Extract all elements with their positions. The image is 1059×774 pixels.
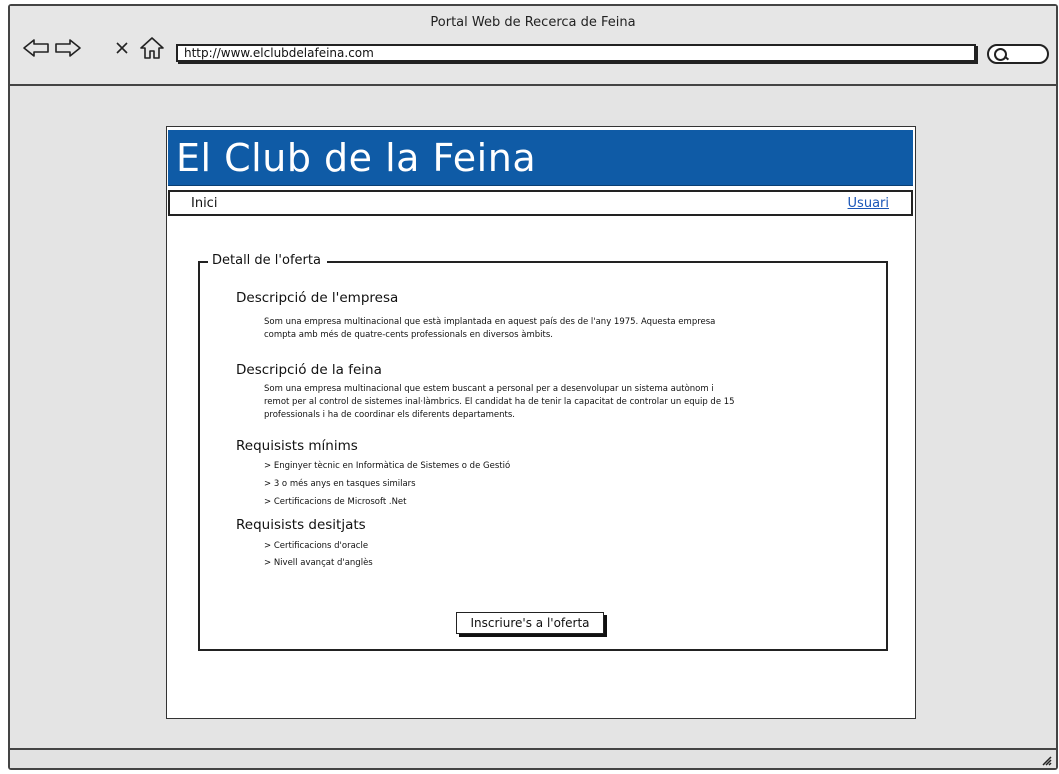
job-text-line-2: remot per al control de sistemes inal·là… — [264, 397, 735, 407]
site-header: El Club de la Feina — [168, 130, 913, 186]
back-icon[interactable] — [22, 36, 50, 60]
browser-window: Portal Web de Recerca de Feina http://ww… — [8, 4, 1058, 770]
company-heading: Descripció de l'empresa — [236, 290, 399, 306]
status-bar — [10, 748, 1056, 768]
desired-requirement-item: > Certificacions d'oracle — [264, 541, 369, 551]
company-text-line-2: compta amb més de quatre-cents professio… — [264, 330, 553, 340]
close-icon[interactable] — [108, 36, 136, 60]
home-icon[interactable] — [138, 36, 166, 60]
apply-offer-button[interactable]: Inscriure's a l'oferta — [456, 612, 604, 634]
forward-icon[interactable] — [54, 36, 82, 60]
min-requirement-item: > 3 o més anys en tasques similars — [264, 479, 416, 489]
nav-link-home[interactable]: Inici — [191, 196, 217, 211]
min-requirements-heading: Requisists mínims — [236, 438, 358, 454]
search-icon — [994, 48, 1007, 61]
company-text-line-1: Som una empresa multinacional que està i… — [264, 317, 716, 327]
browser-toolbar: Portal Web de Recerca de Feina http://ww… — [10, 6, 1056, 86]
offer-detail-panel: Detall de l'oferta Descripció de l'empre… — [198, 253, 888, 651]
nav-link-user[interactable]: Usuari — [848, 196, 889, 211]
offer-detail-legend: Detall de l'oferta — [208, 253, 327, 268]
desired-requirements-heading: Requisists desitjats — [236, 517, 366, 533]
search-button[interactable] — [987, 44, 1049, 64]
nav-bar: Inici Usuari — [168, 190, 913, 216]
job-text-line-1: Som una empresa multinacional que estem … — [264, 384, 714, 394]
page-content: El Club de la Feina Inici Usuari Detall … — [166, 126, 916, 719]
job-heading: Descripció de la feina — [236, 362, 382, 378]
resize-grip-icon[interactable] — [1040, 754, 1052, 766]
url-input[interactable]: http://www.elclubdelafeina.com — [176, 44, 976, 62]
min-requirement-item: > Certificacions de Microsoft .Net — [264, 497, 407, 507]
site-title: El Club de la Feina — [176, 136, 537, 180]
min-requirement-item: > Enginyer tècnic en Informàtica de Sist… — [264, 461, 511, 471]
job-text-line-3: professionals i ha de coordinar els dife… — [264, 410, 516, 420]
desired-requirement-item: > Nivell avançat d'anglès — [264, 558, 373, 568]
window-title: Portal Web de Recerca de Feina — [430, 15, 636, 30]
